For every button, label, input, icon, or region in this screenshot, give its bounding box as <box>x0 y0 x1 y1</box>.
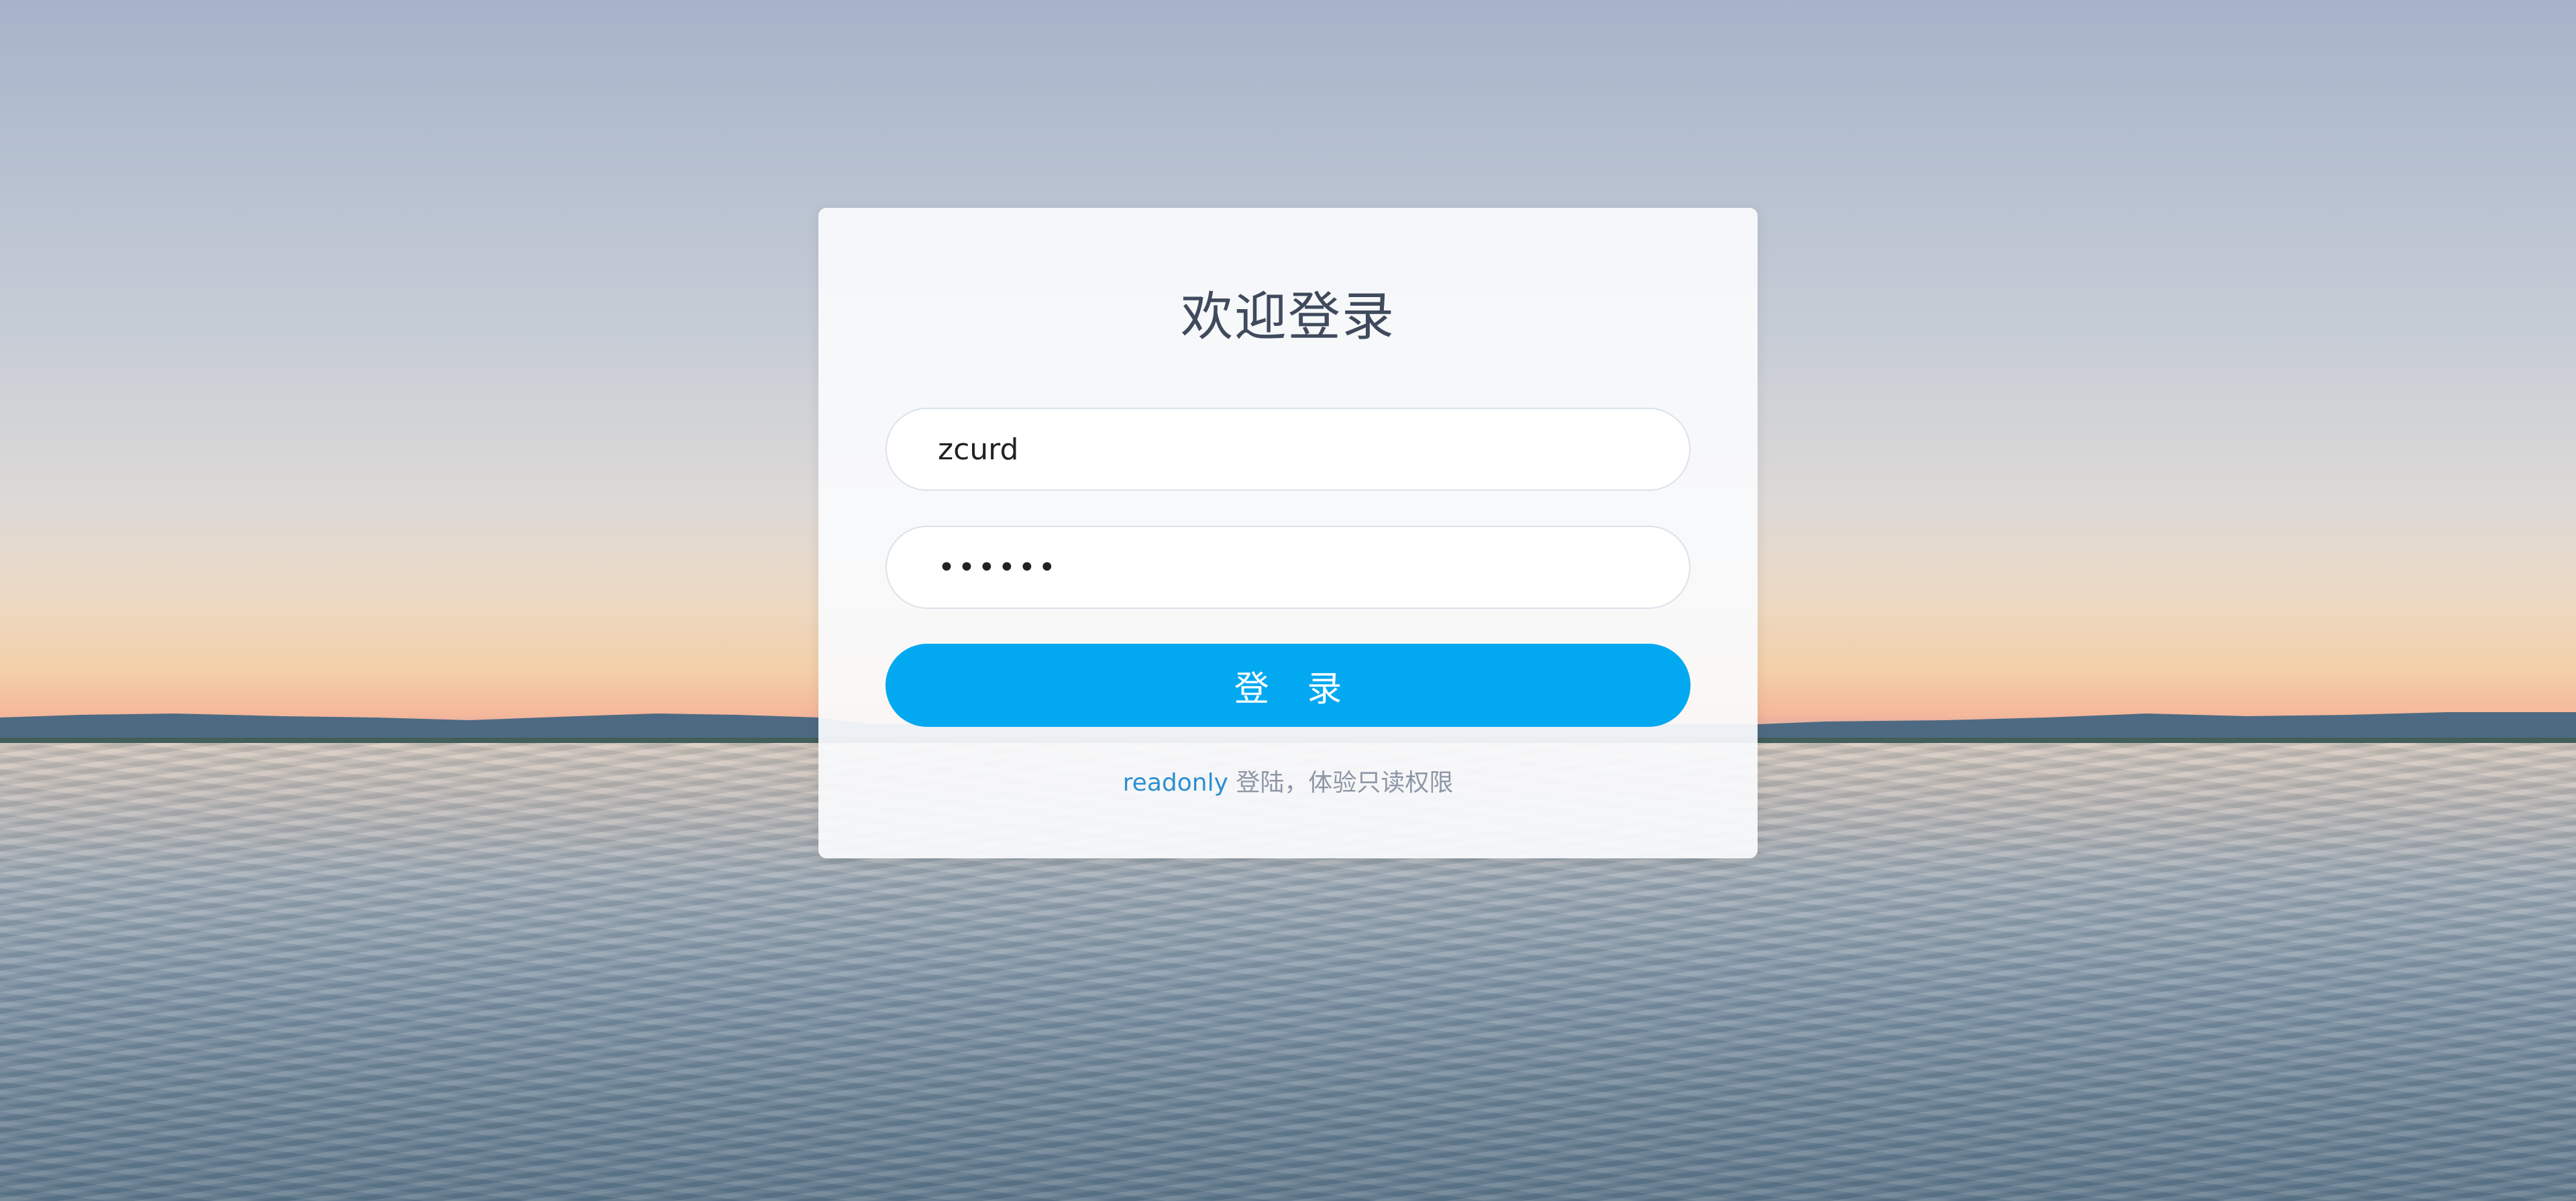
login-card: 欢迎登录 zcurd •••••• 登 录 readonly 登陆，体验只读权限 <box>818 208 1758 858</box>
readonly-hint-text: 登陆，体验只读权限 <box>1228 769 1454 797</box>
login-button[interactable]: 登 录 <box>885 644 1690 727</box>
login-page: 欢迎登录 zcurd •••••• 登 录 readonly 登陆，体验只读权限 <box>0 0 2576 1201</box>
readonly-login-link[interactable]: readonly <box>1123 769 1228 797</box>
password-input[interactable]: •••••• <box>885 526 1690 609</box>
readonly-hint: readonly 登陆，体验只读权限 <box>818 763 1758 798</box>
username-input[interactable]: zcurd <box>885 408 1690 491</box>
page-title: 欢迎登录 <box>1180 287 1395 347</box>
